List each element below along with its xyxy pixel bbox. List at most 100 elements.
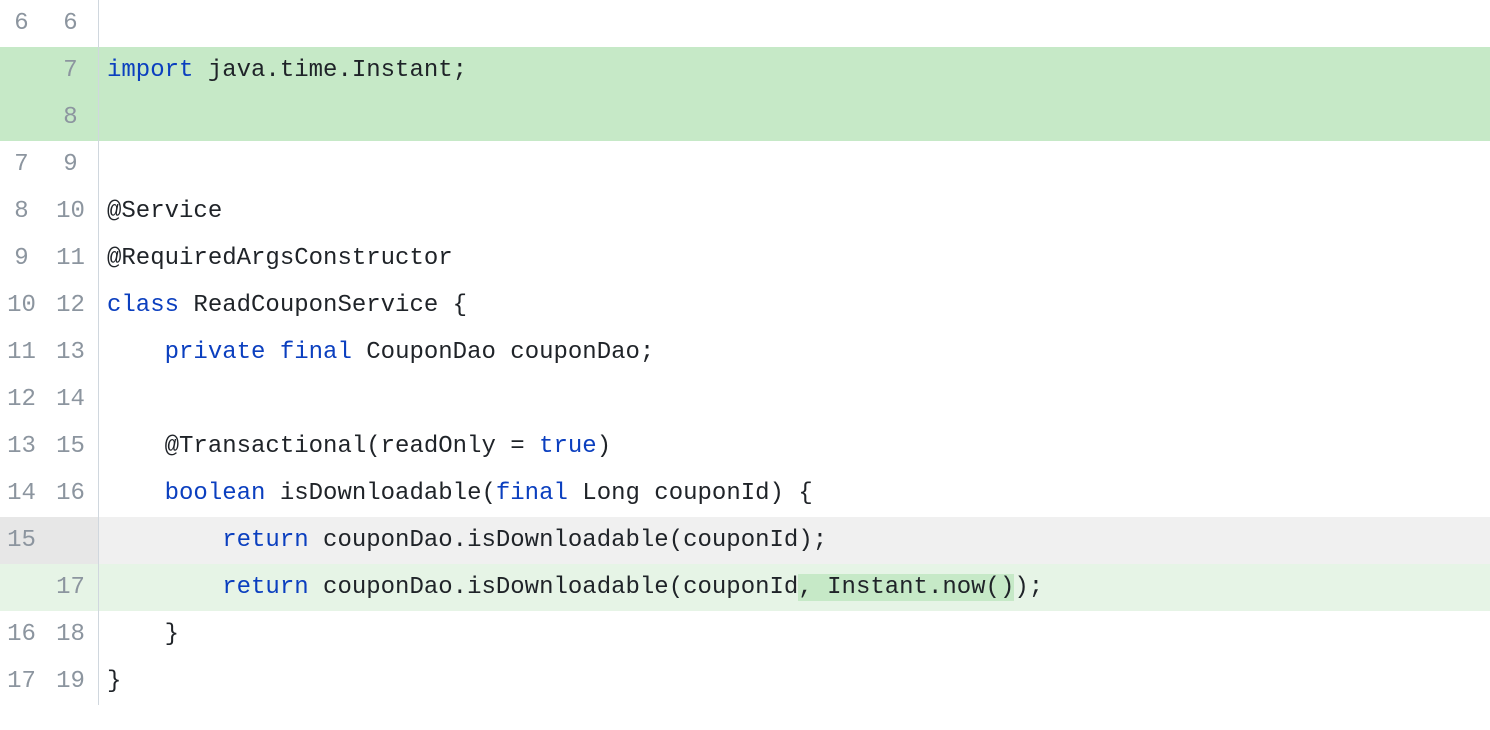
line-number-new: 6 xyxy=(49,0,98,47)
keyword-import: import xyxy=(107,57,193,84)
diff-line-deleted: 15 return couponDao.isDownloadable(coupo… xyxy=(0,517,1490,564)
code-text: Long couponId) { xyxy=(568,480,813,507)
space xyxy=(265,339,279,366)
indent xyxy=(107,339,165,366)
code-content[interactable]: } xyxy=(99,658,1490,705)
line-number-new: 12 xyxy=(49,282,98,329)
code-text: couponDao.isDownloadable(couponId xyxy=(309,574,799,601)
line-number-new: 11 xyxy=(49,235,98,282)
line-number-old: 16 xyxy=(0,611,49,658)
line-number-old xyxy=(0,94,49,141)
code-content[interactable]: } xyxy=(99,611,1490,658)
line-number-new: 13 xyxy=(49,329,98,376)
line-number-old xyxy=(0,47,49,94)
code-content[interactable]: return couponDao.isDownloadable(couponId… xyxy=(99,564,1490,611)
keyword-private: private xyxy=(165,339,266,366)
line-number-new: 10 xyxy=(49,188,98,235)
keyword-final: final xyxy=(280,339,352,366)
line-number-new: 16 xyxy=(49,470,98,517)
diff-line: 14 16 boolean isDownloadable(final Long … xyxy=(0,470,1490,517)
code-content[interactable]: @Transactional(readOnly = true) xyxy=(99,423,1490,470)
line-number-new: 8 xyxy=(49,94,98,141)
code-content[interactable] xyxy=(99,376,1490,423)
keyword-return: return xyxy=(222,574,308,601)
line-number-old: 8 xyxy=(0,188,49,235)
diff-line: 11 13 private final CouponDao couponDao; xyxy=(0,329,1490,376)
line-gutter: 7 9 xyxy=(0,141,99,188)
line-gutter: 15 xyxy=(0,517,99,564)
line-gutter: 6 6 xyxy=(0,0,99,47)
code-content[interactable]: class ReadCouponService { xyxy=(99,282,1490,329)
line-number-new: 17 xyxy=(49,564,98,611)
diff-line-added: 7 import java.time.Instant; xyxy=(0,47,1490,94)
diff-line: 13 15 @Transactional(readOnly = true) xyxy=(0,423,1490,470)
code-content[interactable] xyxy=(99,94,1490,141)
indent xyxy=(107,574,222,601)
line-number-new: 14 xyxy=(49,376,98,423)
line-number-old: 17 xyxy=(0,658,49,705)
code-text: CouponDao couponDao; xyxy=(352,339,654,366)
line-number-old: 11 xyxy=(0,329,49,376)
line-number-old: 12 xyxy=(0,376,49,423)
code-text: couponDao.isDownloadable(couponId); xyxy=(309,527,827,554)
keyword-boolean: boolean xyxy=(165,480,266,507)
code-text: @Transactional(readOnly = xyxy=(107,433,539,460)
code-content[interactable]: @RequiredArgsConstructor xyxy=(99,235,1490,282)
line-number-old: 15 xyxy=(0,517,49,564)
line-number-new: 9 xyxy=(49,141,98,188)
diff-line: 17 19 } xyxy=(0,658,1490,705)
line-number-old: 6 xyxy=(0,0,49,47)
line-number-old: 9 xyxy=(0,235,49,282)
code-content[interactable]: @Service xyxy=(99,188,1490,235)
inline-added-text: , Instant.now() xyxy=(798,574,1014,601)
line-number-new: 15 xyxy=(49,423,98,470)
code-content[interactable] xyxy=(99,0,1490,47)
indent xyxy=(107,480,165,507)
code-text: java.time.Instant; xyxy=(193,57,467,84)
diff-viewer: 6 6 7 import java.time.Instant; 8 7 9 8 … xyxy=(0,0,1490,705)
line-gutter: 10 12 xyxy=(0,282,99,329)
keyword-class: class xyxy=(107,292,179,319)
code-content[interactable]: private final CouponDao couponDao; xyxy=(99,329,1490,376)
code-content[interactable] xyxy=(99,141,1490,188)
line-number-new: 19 xyxy=(49,658,98,705)
diff-line-added: 17 return couponDao.isDownloadable(coupo… xyxy=(0,564,1490,611)
diff-line: 8 10 @Service xyxy=(0,188,1490,235)
line-gutter: 8 xyxy=(0,94,99,141)
diff-line: 12 14 xyxy=(0,376,1490,423)
line-gutter: 17 19 xyxy=(0,658,99,705)
code-content[interactable]: import java.time.Instant; xyxy=(99,47,1490,94)
diff-line-added: 8 xyxy=(0,94,1490,141)
line-number-new xyxy=(49,517,98,564)
code-text: isDownloadable( xyxy=(265,480,495,507)
code-text: ); xyxy=(1014,574,1043,601)
code-text: ) xyxy=(597,433,611,460)
line-number-old: 10 xyxy=(0,282,49,329)
keyword-return: return xyxy=(222,527,308,554)
line-number-old xyxy=(0,564,49,611)
line-gutter: 13 15 xyxy=(0,423,99,470)
line-gutter: 14 16 xyxy=(0,470,99,517)
line-gutter: 12 14 xyxy=(0,376,99,423)
code-content[interactable]: boolean isDownloadable(final Long coupon… xyxy=(99,470,1490,517)
diff-line: 7 9 xyxy=(0,141,1490,188)
line-gutter: 9 11 xyxy=(0,235,99,282)
line-number-old: 14 xyxy=(0,470,49,517)
line-gutter: 7 xyxy=(0,47,99,94)
indent xyxy=(107,527,222,554)
line-number-new: 7 xyxy=(49,47,98,94)
line-number-new: 18 xyxy=(49,611,98,658)
line-number-old: 13 xyxy=(0,423,49,470)
diff-line: 6 6 xyxy=(0,0,1490,47)
line-number-old: 7 xyxy=(0,141,49,188)
diff-line: 9 11 @RequiredArgsConstructor xyxy=(0,235,1490,282)
line-gutter: 8 10 xyxy=(0,188,99,235)
keyword-true: true xyxy=(539,433,597,460)
code-text: ReadCouponService { xyxy=(179,292,467,319)
diff-line: 10 12 class ReadCouponService { xyxy=(0,282,1490,329)
line-gutter: 11 13 xyxy=(0,329,99,376)
line-gutter: 16 18 xyxy=(0,611,99,658)
diff-line: 16 18 } xyxy=(0,611,1490,658)
line-gutter: 17 xyxy=(0,564,99,611)
code-content[interactable]: return couponDao.isDownloadable(couponId… xyxy=(99,517,1490,564)
